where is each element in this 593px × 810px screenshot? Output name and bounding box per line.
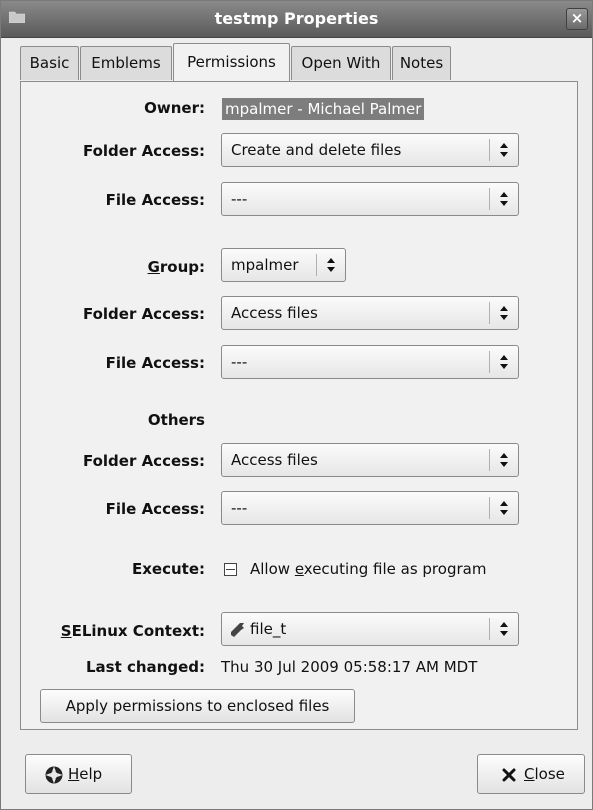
tab-notes[interactable]: Notes xyxy=(392,46,451,80)
combo-separator xyxy=(489,497,490,519)
updown-arrows-icon xyxy=(500,622,508,636)
execute-text-pre: Allow xyxy=(250,560,295,578)
group-file-access-value: --- xyxy=(231,353,248,371)
others-folder-access-label: Folder Access: xyxy=(82,452,205,470)
others-file-access-value: --- xyxy=(231,499,248,517)
execute-checkbox-label[interactable]: Allow executing file as program xyxy=(250,560,486,578)
owner-file-access-combo[interactable]: --- xyxy=(221,182,519,216)
execute-text-post: xecuting file as program xyxy=(303,560,487,578)
owner-value: mpalmer - Michael Palmer xyxy=(222,98,425,120)
others-heading: Others xyxy=(147,411,205,429)
group-file-access-label: File Access: xyxy=(105,354,205,372)
updown-arrows-icon xyxy=(327,258,335,272)
updown-arrows-icon xyxy=(500,501,508,515)
selinux-context-combo[interactable]: file_t xyxy=(221,612,519,646)
tab-basic[interactable]: Basic xyxy=(20,46,79,80)
tab-open-with[interactable]: Open With xyxy=(291,46,391,80)
help-rest: elp xyxy=(79,765,103,783)
updown-arrows-icon xyxy=(500,306,508,320)
apply-permissions-button[interactable]: Apply permissions to enclosed files xyxy=(40,689,355,723)
owner-folder-access-label: Folder Access: xyxy=(82,142,205,160)
others-folder-access-combo[interactable]: Access files xyxy=(221,443,519,477)
wrench-icon xyxy=(231,623,244,637)
updown-arrows-icon xyxy=(500,453,508,467)
combo-separator xyxy=(489,449,490,471)
owner-file-access-label: File Access: xyxy=(105,191,205,209)
help-button[interactable]: Help xyxy=(25,754,132,794)
execute-checkbox[interactable] xyxy=(224,563,237,576)
close-button[interactable]: Close xyxy=(477,754,585,794)
group-label-mnemonic: G xyxy=(147,258,160,276)
last-changed-value: Thu 30 Jul 2009 05:58:17 AM MDT xyxy=(221,658,478,676)
combo-separator xyxy=(489,351,490,373)
combo-separator xyxy=(316,254,317,276)
group-file-access-combo[interactable]: --- xyxy=(221,345,519,379)
close-label: Close xyxy=(524,765,565,783)
updown-arrows-icon xyxy=(500,192,508,206)
last-changed-label: Last changed: xyxy=(85,658,205,676)
window-title: testmp Properties xyxy=(214,9,379,28)
others-folder-access-value: Access files xyxy=(231,451,318,469)
others-file-access-combo[interactable]: --- xyxy=(221,491,519,525)
group-combo[interactable]: mpalmer xyxy=(221,248,346,282)
group-value: mpalmer xyxy=(231,256,299,274)
selinux-label: SELinux Context: xyxy=(21,622,205,640)
combo-separator xyxy=(489,302,490,324)
help-mnemonic: H xyxy=(68,765,80,783)
tab-emblems[interactable]: Emblems xyxy=(80,46,172,80)
close-mnemonic: C xyxy=(524,765,535,783)
owner-folder-access-combo[interactable]: Create and delete files xyxy=(221,133,519,167)
group-label-rest: roup: xyxy=(159,258,205,276)
group-label: Group: xyxy=(81,258,205,276)
execute-label: Execute: xyxy=(131,560,205,578)
combo-separator xyxy=(489,139,490,161)
combo-separator xyxy=(489,618,490,640)
x-icon xyxy=(502,768,516,782)
lifebuoy-icon xyxy=(45,766,63,784)
owner-label: Owner: xyxy=(144,99,205,117)
close-rest: lose xyxy=(534,765,565,783)
title-bar[interactable]: testmp Properties × xyxy=(1,1,592,38)
group-folder-access-label: Folder Access: xyxy=(82,305,205,323)
properties-window: testmp Properties × Basic Emblems Permis… xyxy=(0,0,593,810)
others-file-access-label: File Access: xyxy=(105,500,205,518)
selinux-context-value: file_t xyxy=(250,620,287,638)
group-folder-access-value: Access files xyxy=(231,304,318,322)
help-label: Help xyxy=(68,765,102,783)
combo-separator xyxy=(489,188,490,210)
updown-arrows-icon xyxy=(500,355,508,369)
owner-file-access-value: --- xyxy=(231,190,248,208)
updown-arrows-icon xyxy=(500,143,508,157)
owner-folder-access-value: Create and delete files xyxy=(231,141,402,159)
close-window-button[interactable]: × xyxy=(566,8,588,30)
execute-text-mnemonic: e xyxy=(294,560,304,578)
selinux-label-mnemonic: S xyxy=(60,622,72,640)
group-folder-access-combo[interactable]: Access files xyxy=(221,296,519,330)
selinux-label-rest: ELinux Context: xyxy=(71,622,205,640)
tab-permissions[interactable]: Permissions xyxy=(173,43,290,81)
